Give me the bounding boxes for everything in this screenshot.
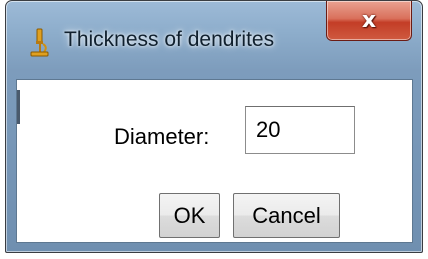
- window-edge-decoration: [17, 90, 20, 124]
- diameter-input[interactable]: [245, 106, 355, 154]
- cancel-button[interactable]: Cancel: [233, 193, 340, 238]
- window-title: Thickness of dendrites: [64, 28, 275, 51]
- title-bar[interactable]: Thickness of dendrites x: [6, 1, 422, 79]
- diameter-label: Diameter:: [114, 124, 210, 149]
- dialog-content: Diameter: OK Cancel: [16, 79, 413, 243]
- close-button[interactable]: x: [326, 1, 412, 41]
- dialog-window: Thickness of dendrites x Diameter: OK Ca…: [5, 0, 423, 253]
- microscope-icon: [28, 28, 50, 58]
- close-icon: x: [361, 7, 377, 33]
- ok-button[interactable]: OK: [159, 193, 220, 238]
